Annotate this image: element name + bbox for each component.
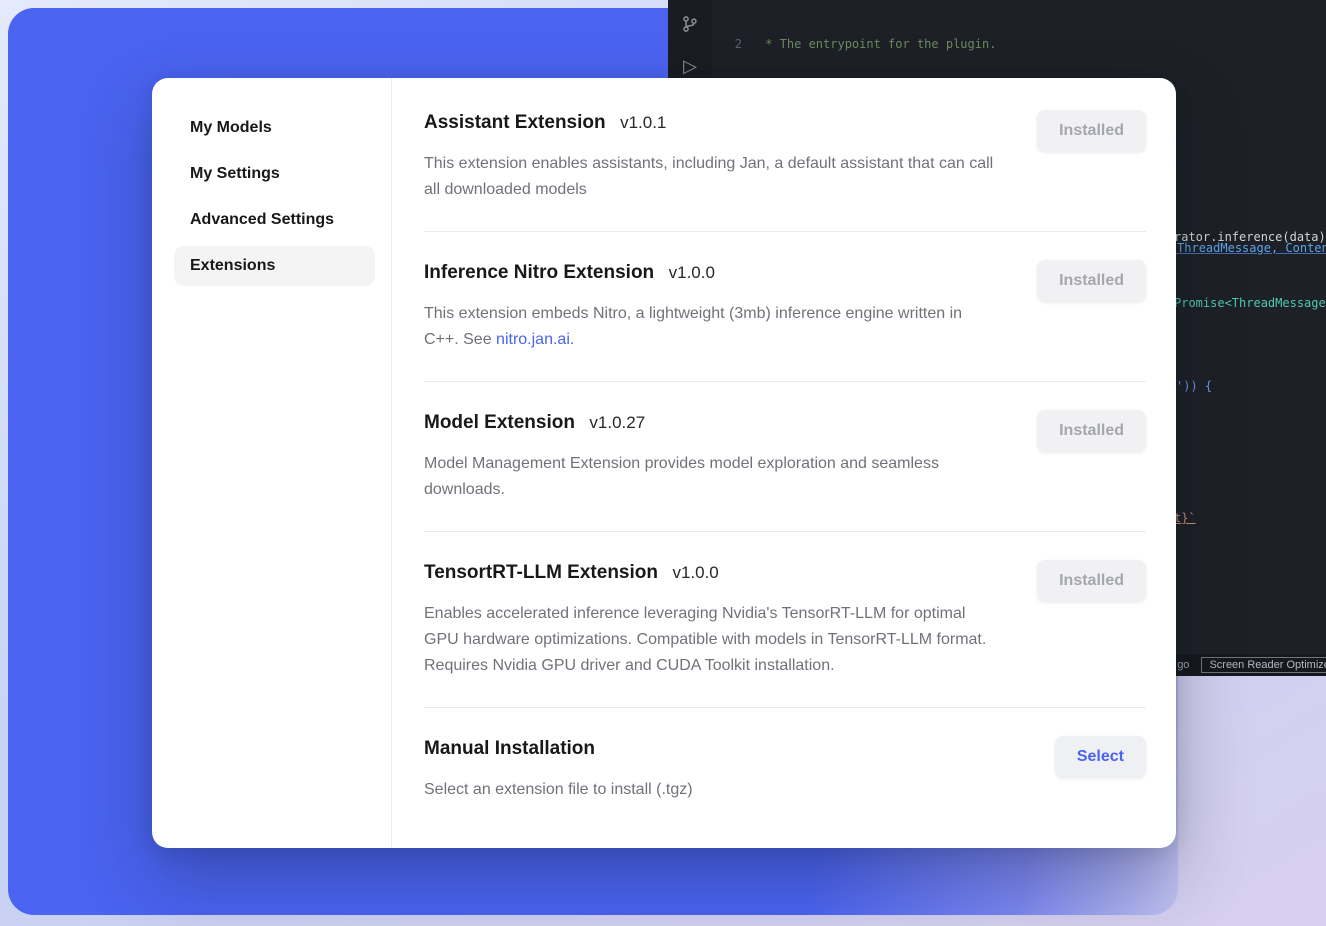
status-item-go: go: [1177, 659, 1189, 671]
nitro-jan-ai-link[interactable]: nitro.jan.ai.: [496, 331, 574, 348]
extension-version: v1.0.27: [589, 413, 645, 432]
extension-title: TensortRT-LLM Extension: [424, 562, 658, 583]
installed-button[interactable]: Installed: [1037, 110, 1146, 152]
extension-section-model: Model Extension v1.0.27 Model Management…: [424, 382, 1146, 532]
screen-reader-badge: Screen Reader Optimized: [1201, 657, 1326, 673]
extension-title: Model Extension: [424, 412, 575, 433]
sidebar-item-my-models[interactable]: My Models: [174, 108, 375, 148]
extension-version: v1.0.0: [669, 263, 715, 282]
extension-description: This extension embeds Nitro, a lightweig…: [424, 301, 999, 353]
manual-installation-section: Manual Installation Select an extension …: [424, 708, 1146, 831]
select-button[interactable]: Select: [1055, 736, 1146, 778]
code-fragment: t}`: [1174, 511, 1196, 525]
installed-button[interactable]: Installed: [1037, 560, 1146, 602]
sidebar-item-my-settings[interactable]: My Settings: [174, 154, 375, 194]
extension-version: v1.0.0: [672, 563, 718, 582]
extension-section-nitro: Inference Nitro Extension v1.0.0 This ex…: [424, 232, 1146, 382]
extension-version: v1.0.1: [620, 113, 666, 132]
manual-installation-title: Manual Installation: [424, 738, 595, 759]
code-comment: * The entrypoint for the plugin.: [742, 36, 996, 53]
extension-description: Enables accelerated inference leveraging…: [424, 601, 999, 679]
extension-description: This extension enables assistants, inclu…: [424, 151, 999, 203]
sidebar-item-extensions[interactable]: Extensions: [174, 246, 375, 286]
extension-section-tensorrt: TensortRT-LLM Extension v1.0.0 Enables a…: [424, 532, 1146, 708]
line-number: 2: [712, 36, 742, 53]
manual-installation-description: Select an extension file to install (.tg…: [424, 777, 693, 803]
page-background: ▷ 2 * The entrypoint for the plugin. 3 *…: [0, 0, 1326, 926]
extension-description: Model Management Extension provides mode…: [424, 451, 999, 503]
extension-title: Assistant Extension: [424, 112, 606, 133]
run-debug-icon: ▷: [680, 56, 700, 76]
settings-sidebar: My Models My Settings Advanced Settings …: [152, 78, 392, 848]
extension-list: Assistant Extension v1.0.1 This extensio…: [392, 78, 1176, 848]
code-fragment: rator.inference(data));: [1174, 230, 1326, 244]
settings-modal: My Models My Settings Advanced Settings …: [152, 78, 1176, 848]
sidebar-item-advanced-settings[interactable]: Advanced Settings: [174, 200, 375, 240]
code-line: 2 * The entrypoint for the plugin.: [712, 36, 1326, 53]
code-fragment: Promise<ThreadMessage=: [1174, 296, 1326, 310]
installed-button[interactable]: Installed: [1037, 410, 1146, 452]
installed-button[interactable]: Installed: [1037, 260, 1146, 302]
code-fragment: ')) {: [1176, 379, 1212, 393]
git-branch-icon: [680, 14, 700, 34]
extension-section-assistant: Assistant Extension v1.0.1 This extensio…: [424, 110, 1146, 232]
extension-title: Inference Nitro Extension: [424, 262, 654, 283]
